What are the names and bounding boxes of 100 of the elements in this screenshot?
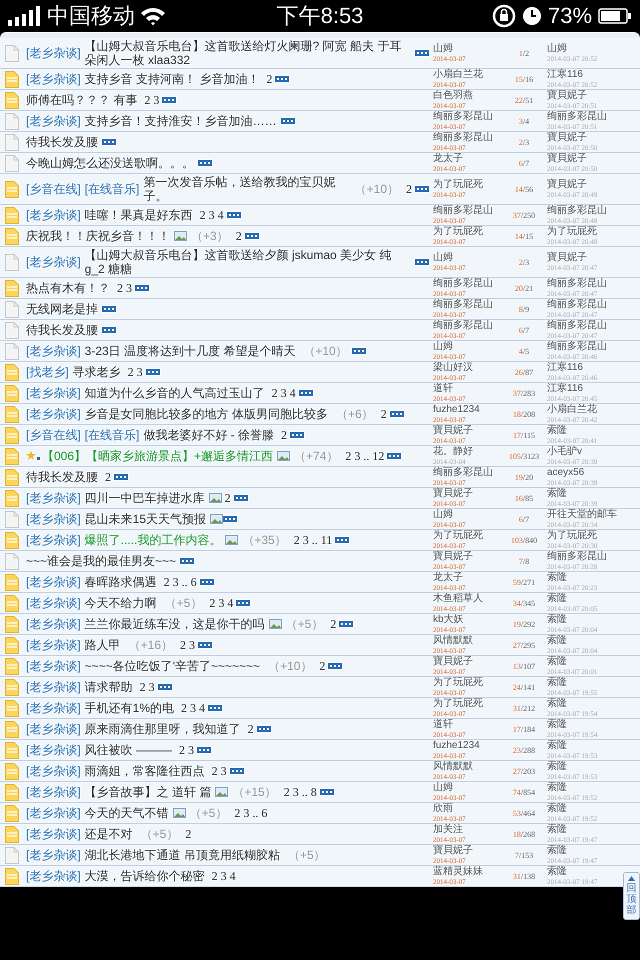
last-reply-user[interactable]: 索隆 [547, 656, 621, 667]
topic-title[interactable]: 手机还有1%的电 [84, 701, 174, 715]
page-links[interactable]: 2 3 4 [209, 596, 234, 610]
topic-title[interactable]: 请求帮助 [84, 680, 133, 694]
last-reply-user[interactable]: 索隆 [547, 677, 621, 688]
category-link[interactable]: [老乡杂谈] [26, 722, 81, 736]
category-link[interactable]: [老乡杂谈] [26, 701, 81, 715]
page-links[interactable]: 2 3 4 [181, 701, 206, 715]
topic-title[interactable]: 还是不对 [84, 827, 133, 841]
category-link[interactable]: [老乡杂谈] [26, 72, 81, 86]
author-name[interactable]: 梁山好汉 [433, 362, 501, 373]
category-link[interactable]: [老乡杂谈] [26, 386, 81, 400]
author-name[interactable]: 风情默默 [433, 761, 501, 772]
page-links[interactable]: 2 3 [144, 93, 160, 107]
topic-title[interactable]: 原来雨滴住那里呀，我知道了 [84, 722, 241, 736]
category-link[interactable]: [找老乡] [26, 365, 69, 379]
topic-title[interactable]: 【山姆大叔音乐电台】这首歌送给夕颜 jskumao 美少女 纯g_2 糖糖 [84, 248, 411, 276]
category-link[interactable]: [老乡杂谈] [26, 512, 81, 526]
author-name[interactable]: 寶貝妮子 [433, 488, 501, 499]
last-reply-user[interactable]: 绚丽多彩昆山 [547, 551, 621, 562]
topic-title[interactable]: 今天不给力啊 [84, 596, 157, 610]
author-name[interactable]: 绚丽多彩昆山 [433, 278, 501, 289]
page-links[interactable]: 2 [224, 491, 231, 505]
last-reply-user[interactable]: 绚丽多彩昆山 [547, 299, 621, 310]
author-name[interactable]: 欣雨 [433, 803, 501, 814]
author-name[interactable]: 为了玩屁死 [433, 530, 501, 541]
author-name[interactable]: 绚丽多彩昆山 [433, 299, 501, 310]
last-reply-user[interactable]: 寶貝妮子 [547, 90, 621, 101]
page-links[interactable]: 2 3 [140, 680, 155, 694]
last-reply-user[interactable]: 索隆 [547, 425, 621, 436]
last-reply-user[interactable]: 索隆 [547, 698, 621, 709]
topic-title[interactable]: 支持乡音 支持河南！ 乡音加油！ [84, 72, 260, 86]
page-links[interactable]: 2 3 .. 12 [345, 449, 384, 463]
last-reply-user[interactable]: 江寒116 [547, 69, 621, 80]
author-name[interactable]: fuzhe1234 [433, 404, 501, 415]
author-name[interactable]: 山姆 [433, 252, 501, 263]
topic-title[interactable]: ~~~谁会是我的最佳男友~~~ [26, 554, 176, 568]
category-link[interactable]: [乡音在线] [26, 182, 81, 196]
author-name[interactable]: 道轩 [433, 383, 501, 394]
last-reply-user[interactable]: 索隆 [547, 845, 621, 856]
last-reply-user[interactable]: 绚丽多彩昆山 [547, 205, 621, 216]
author-name[interactable]: 为了玩屁死 [433, 226, 501, 237]
topic-title[interactable]: 无线网老是掉 [26, 302, 98, 316]
page-links[interactable]: 2 [266, 72, 272, 86]
topic-title[interactable]: ~~~~各位吃饭了'辛苦了~~~~~~~ [84, 659, 260, 673]
page-links[interactable]: 2 [281, 428, 288, 442]
author-name[interactable]: 道轩 [433, 719, 501, 730]
last-reply-user[interactable]: 寶貝妮子 [547, 132, 621, 143]
topic-title[interactable]: 兰兰你最近练车没，这是你干的吗 [84, 617, 265, 631]
last-reply-user[interactable]: 开往天堂的邮车 [547, 509, 621, 520]
category-link[interactable]: [老乡杂谈] [26, 208, 81, 222]
category-link[interactable]: [老乡杂谈] [26, 680, 81, 694]
last-reply-user[interactable]: 绚丽多彩昆山 [547, 278, 621, 289]
last-reply-user[interactable]: 为了玩屁死 [547, 530, 621, 541]
last-reply-user[interactable]: 绚丽多彩昆山 [547, 320, 621, 331]
author-name[interactable]: 山姆 [433, 43, 501, 54]
author-name[interactable]: 绚丽多彩昆山 [433, 111, 501, 122]
author-name[interactable]: 为了玩屁死 [433, 677, 501, 688]
topic-title[interactable]: 待我长发及腰 [26, 135, 98, 149]
last-reply-user[interactable]: 为了玩屁死 [547, 226, 621, 237]
last-reply-user[interactable]: 山姆 [547, 43, 621, 54]
topic-title[interactable]: 【乡音故事】之 道轩 篇 [84, 785, 212, 799]
category-link[interactable]: [老乡杂谈] [26, 344, 81, 358]
last-reply-user[interactable]: 索隆 [547, 782, 621, 793]
page-links[interactable]: 2 3 4 [212, 869, 236, 883]
topic-title[interactable]: 待我长发及腰 [26, 323, 98, 337]
page-links[interactable]: 2 [185, 827, 192, 841]
page-links[interactable]: 2 3 4 [272, 386, 296, 400]
author-name[interactable]: 小扇白兰花 [433, 69, 501, 80]
topic-title[interactable]: 支持乡音！支持淮安！乡音加油…… [84, 114, 277, 128]
page-links[interactable]: 2 [236, 229, 242, 243]
author-name[interactable]: 山姆 [433, 509, 501, 520]
author-name[interactable]: 花。静好 [433, 446, 501, 457]
category-link[interactable]: [老乡杂谈] [26, 638, 81, 652]
author-name[interactable]: 寶貝妮子 [433, 845, 501, 856]
last-reply-user[interactable]: 索隆 [547, 593, 621, 604]
last-reply-user[interactable]: 索隆 [547, 803, 621, 814]
author-name[interactable]: 木鱼稻草人 [433, 593, 501, 604]
topic-title[interactable]: 今天的天气不错 [84, 806, 169, 820]
category-link[interactable]: [老乡杂谈] [26, 617, 81, 631]
last-reply-user[interactable]: 索隆 [547, 866, 621, 877]
topic-title[interactable]: 春晖路求偶遇 [84, 575, 157, 589]
author-name[interactable]: 白色羽燕 [433, 90, 501, 101]
author-name[interactable]: 寶貝妮子 [433, 551, 501, 562]
topic-title[interactable]: 今晚山姆怎么还没送歌啊。。。 [26, 156, 194, 170]
author-name[interactable]: 绚丽多彩昆山 [433, 320, 501, 331]
author-name[interactable]: 蓝精灵妹妹 [433, 866, 501, 877]
category-link[interactable]: [老乡杂谈] [26, 764, 81, 778]
category-link[interactable]: [老乡杂谈] [26, 827, 81, 841]
page-links[interactable]: 2 3 [117, 281, 132, 295]
topic-title[interactable]: 师傅在吗？？？ 有事 [26, 93, 138, 107]
page-links[interactable]: 2 [406, 182, 412, 196]
topic-title[interactable]: 庆祝我！！庆祝乡音！！！ [26, 229, 170, 243]
page-links[interactable]: 2 3 4 [200, 208, 224, 222]
author-name[interactable]: 龙太子 [433, 572, 501, 583]
last-reply-user[interactable]: 索隆 [547, 719, 621, 730]
page-links[interactable]: 2 3 [179, 743, 194, 757]
author-name[interactable]: 加关注 [433, 824, 501, 835]
category-link[interactable]: [老乡杂谈] [26, 46, 81, 60]
topic-title[interactable]: 风往被吹 ——— [84, 743, 172, 757]
